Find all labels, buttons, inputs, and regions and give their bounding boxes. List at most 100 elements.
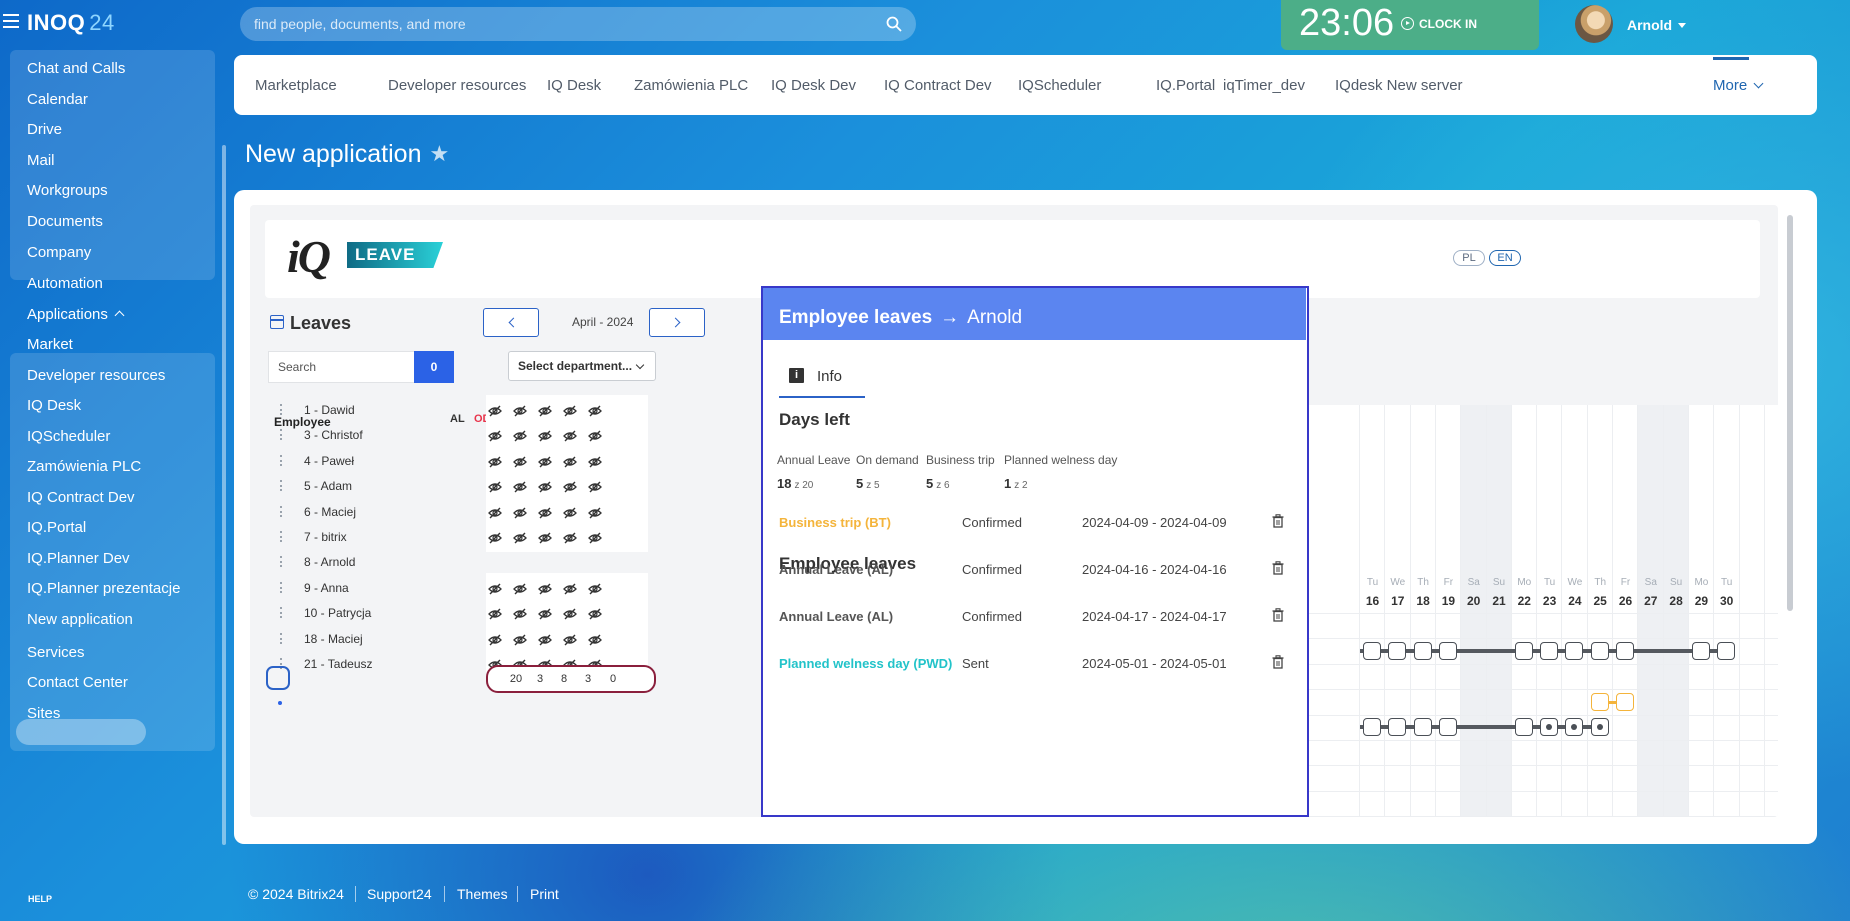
eye-off-icon[interactable]: [563, 582, 577, 595]
sidebar-item-chat-and-calls[interactable]: Chat and Calls: [27, 60, 125, 77]
leave-day-marker[interactable]: [1388, 642, 1407, 660]
tab-more[interactable]: More: [1713, 77, 1764, 94]
eye-off-icon[interactable]: [538, 506, 552, 519]
leave-day-marker[interactable]: [1363, 718, 1381, 736]
lang-pl-button[interactable]: PL: [1453, 250, 1485, 266]
sidebar-item-automation[interactable]: Automation: [27, 275, 103, 292]
eye-off-icon[interactable]: [488, 404, 502, 417]
eye-off-icon[interactable]: [588, 429, 602, 442]
eye-off-icon[interactable]: [588, 404, 602, 417]
eye-off-icon[interactable]: [563, 607, 577, 620]
clock-in-button[interactable]: CLOCK IN: [1401, 17, 1477, 31]
tab-iq-contract-dev[interactable]: IQ Contract Dev: [884, 77, 992, 94]
eye-off-icon[interactable]: [488, 633, 502, 646]
delete-leave-trash-icon[interactable]: [1272, 655, 1284, 669]
drag-handle-icon[interactable]: [280, 581, 282, 593]
drag-handle-icon[interactable]: [280, 404, 282, 415]
tab-iqtimer-dev[interactable]: iqTimer_dev: [1223, 77, 1305, 94]
help-link[interactable]: HELP: [28, 894, 52, 904]
sidebar-item-iq-portal[interactable]: IQ.Portal: [27, 519, 86, 536]
sidebar-item-workgroups[interactable]: Workgroups: [27, 182, 108, 199]
sidebar-item-sites[interactable]: Sites: [27, 705, 60, 722]
tab-iqscheduler[interactable]: IQScheduler: [1018, 77, 1101, 94]
leave-day-marker[interactable]: [1565, 718, 1584, 736]
sidebar-item-zam-wienia-plc[interactable]: Zamówienia PLC: [27, 458, 141, 475]
leave-day-marker[interactable]: [1388, 718, 1407, 736]
eye-off-icon[interactable]: [513, 404, 527, 417]
leave-day-marker[interactable]: [1413, 642, 1432, 660]
search-icon[interactable]: [886, 16, 902, 32]
leave-day-marker[interactable]: [1590, 642, 1609, 660]
eye-off-icon[interactable]: [538, 455, 552, 468]
app-scrollbar[interactable]: [1787, 215, 1793, 611]
eye-off-icon[interactable]: [563, 480, 577, 493]
leave-day-marker[interactable]: [1540, 642, 1559, 660]
eye-off-icon[interactable]: [538, 404, 552, 417]
drag-handle-icon[interactable]: [280, 480, 282, 492]
next-month-button[interactable]: [649, 308, 705, 337]
eye-off-icon[interactable]: [488, 607, 502, 620]
tab-iq-desk-dev[interactable]: IQ Desk Dev: [771, 77, 856, 94]
leave-day-marker[interactable]: [1540, 718, 1559, 736]
sidebar-item-calendar[interactable]: Calendar: [27, 91, 88, 108]
sidebar-item-iq-planner-prezentacje[interactable]: IQ.Planner prezentacje: [27, 580, 180, 597]
sidebar-item-new-application[interactable]: New application: [27, 611, 133, 628]
eye-off-icon[interactable]: [588, 633, 602, 646]
eye-off-icon[interactable]: [563, 455, 577, 468]
avatar[interactable]: [1575, 5, 1613, 43]
sidebar-item-developer-resources[interactable]: Developer resources: [27, 367, 165, 384]
leave-day-marker[interactable]: [1565, 642, 1584, 660]
delete-leave-trash-icon[interactable]: [1272, 561, 1284, 575]
search-count-button[interactable]: 0: [414, 351, 454, 383]
leave-day-marker[interactable]: [1413, 718, 1432, 736]
drag-handle-icon[interactable]: [280, 556, 282, 568]
drag-handle-icon[interactable]: [280, 454, 282, 466]
arnold-balance-box[interactable]: 20 3 8 3 0: [486, 665, 656, 693]
sidebar-item-iq-contract-dev[interactable]: IQ Contract Dev: [27, 489, 135, 506]
eye-off-icon[interactable]: [488, 429, 502, 442]
eye-off-icon[interactable]: [588, 582, 602, 595]
eye-off-icon[interactable]: [588, 480, 602, 493]
eye-off-icon[interactable]: [588, 506, 602, 519]
leave-day-marker[interactable]: [1616, 693, 1634, 711]
footer-print-link[interactable]: Print: [530, 886, 559, 902]
eye-off-icon[interactable]: [488, 455, 502, 468]
user-name[interactable]: Arnold: [1627, 17, 1687, 33]
sidebar-item-market[interactable]: Market: [27, 336, 73, 353]
sidebar-item-iq-planner-dev[interactable]: IQ.Planner Dev: [27, 550, 130, 567]
global-search-input[interactable]: [254, 7, 854, 41]
sidebar-item-mail[interactable]: Mail: [27, 152, 55, 169]
drag-handle-icon[interactable]: [280, 607, 282, 619]
drag-handle-icon[interactable]: [280, 531, 282, 542]
sidebar-item-drive[interactable]: Drive: [27, 121, 62, 138]
eye-off-icon[interactable]: [513, 429, 527, 442]
employee-search-input[interactable]: [268, 351, 414, 383]
delete-leave-trash-icon[interactable]: [1272, 608, 1284, 622]
drag-handle-icon[interactable]: [280, 505, 282, 517]
leave-day-marker[interactable]: [1717, 642, 1736, 660]
leave-day-marker[interactable]: [1616, 642, 1634, 660]
eye-off-icon[interactable]: [563, 633, 577, 646]
delete-leave-trash-icon[interactable]: [1272, 514, 1284, 528]
sidebar-item-company[interactable]: Company: [27, 244, 91, 261]
drag-handle-icon[interactable]: [280, 632, 282, 644]
sidebar-item-contact-center[interactable]: Contact Center: [27, 674, 128, 691]
sidebar-item-applications[interactable]: Applications: [27, 306, 125, 323]
tab-iqdesk-new-server[interactable]: IQdesk New server: [1335, 77, 1463, 94]
tab-developer-resources[interactable]: Developer resources: [388, 77, 526, 94]
leave-day-marker[interactable]: [1438, 718, 1457, 736]
eye-off-icon[interactable]: [563, 429, 577, 442]
eye-off-icon[interactable]: [513, 607, 527, 620]
eye-off-icon[interactable]: [588, 455, 602, 468]
tab-info[interactable]: i Info: [779, 366, 865, 398]
tab-iq-desk[interactable]: IQ Desk: [547, 77, 601, 94]
eye-off-icon[interactable]: [488, 506, 502, 519]
star-icon[interactable]: ★: [430, 141, 450, 167]
eye-off-icon[interactable]: [513, 531, 527, 544]
eye-off-icon[interactable]: [488, 582, 502, 595]
sidebar-item-iq-desk[interactable]: IQ Desk: [27, 397, 81, 414]
footer-themes-link[interactable]: Themes: [457, 886, 508, 902]
menu-icon[interactable]: [3, 14, 19, 28]
sidebar-item-iqscheduler[interactable]: IQScheduler: [27, 428, 110, 445]
eye-off-icon[interactable]: [563, 404, 577, 417]
